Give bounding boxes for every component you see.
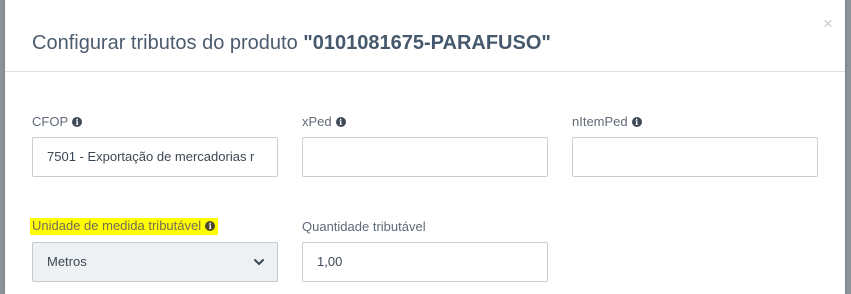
xped-label: xPed i	[302, 114, 346, 130]
cfop-label: CFOP i	[32, 114, 83, 130]
xped-label-text: xPed	[302, 114, 332, 129]
close-icon[interactable]: ×	[820, 14, 836, 34]
configure-taxes-modal: Configurar tributos do produto "01010816…	[5, 0, 845, 294]
product-name: "0101081675-PARAFUSO"	[303, 32, 551, 54]
modal-title-prefix: Configurar tributos do produto	[32, 32, 304, 54]
quantidade-input-value: 1,00	[317, 254, 343, 269]
info-icon[interactable]: i	[631, 117, 642, 127]
unidade-select-value: Metros	[47, 254, 87, 269]
cfop-select-value: 7501 - Exportação de mercadorias r	[47, 149, 255, 164]
modal-header: Configurar tributos do produto "01010816…	[5, 0, 845, 72]
unidade-label: Unidade de medida tributável i	[30, 218, 219, 235]
nitemped-input[interactable]	[572, 137, 818, 177]
info-icon[interactable]: i	[72, 117, 83, 127]
info-icon[interactable]: i	[205, 221, 216, 231]
unidade-label-text: Unidade de medida tributável	[32, 218, 202, 233]
modal-title: Configurar tributos do produto "01010816…	[32, 31, 551, 55]
cfop-label-text: CFOP	[32, 114, 69, 129]
cfop-select[interactable]: 7501 - Exportação de mercadorias r	[32, 137, 278, 177]
nitemped-label-text: nItemPed	[572, 114, 628, 129]
quantidade-label-text: Quantidade tributável	[302, 219, 426, 234]
xped-input[interactable]	[302, 137, 548, 177]
nitemped-label: nItemPed i	[572, 114, 642, 130]
unidade-select[interactable]: Metros	[32, 242, 278, 282]
quantidade-label: Quantidade tributável	[302, 219, 426, 235]
quantidade-input[interactable]: 1,00	[302, 242, 548, 282]
chevron-down-icon	[254, 259, 264, 265]
info-icon[interactable]: i	[335, 117, 346, 127]
